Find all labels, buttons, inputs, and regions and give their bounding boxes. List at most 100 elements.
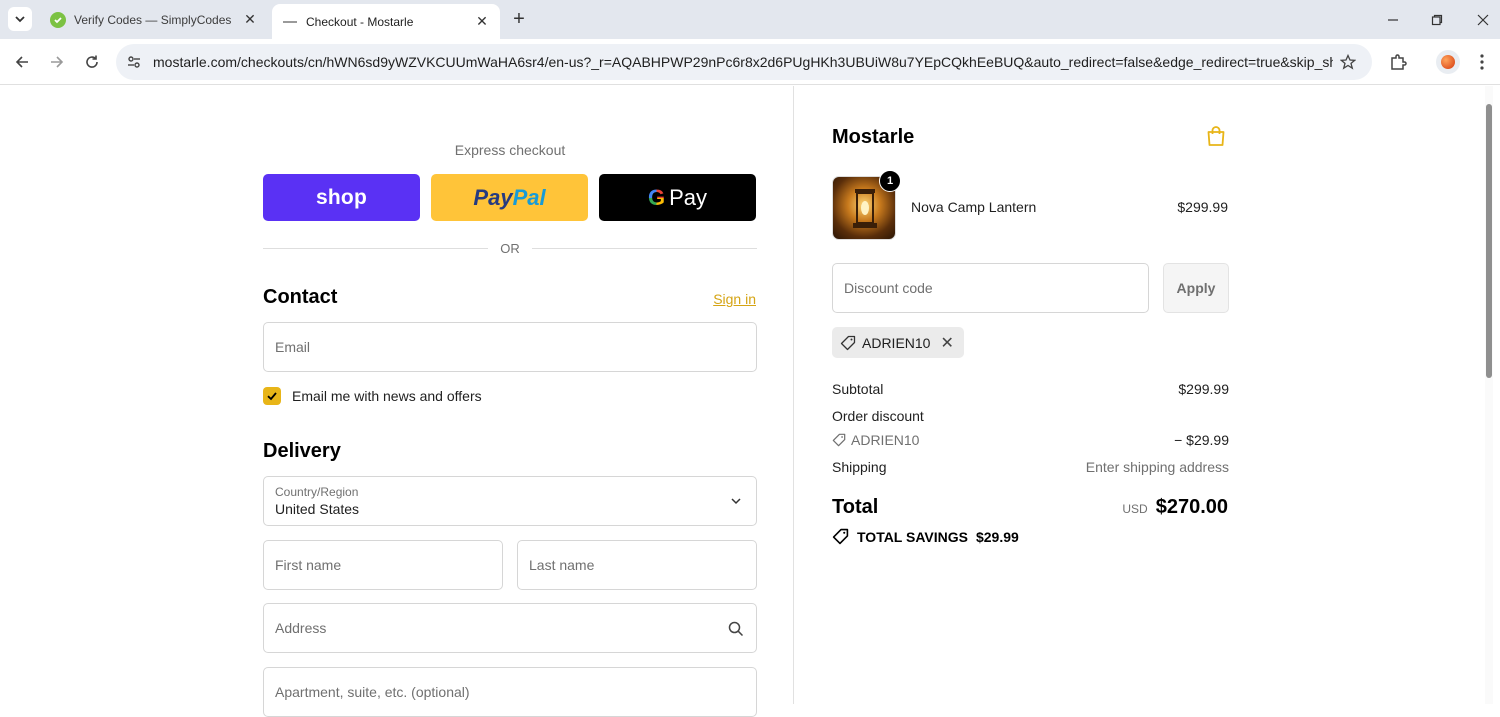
chevron-down-icon [15,16,25,23]
paypal-logo-pay: Pay [473,184,513,210]
avatar-icon [1441,55,1455,69]
subtotal-label: Subtotal [832,381,884,397]
tab-search-button[interactable] [8,7,32,31]
google-pay-button[interactable]: G Pay [599,174,756,221]
tag-icon [832,433,846,447]
shop-pay-button[interactable]: shop [263,174,420,221]
bookmark-star-icon[interactable] [1338,52,1358,72]
minimize-button[interactable] [1370,0,1416,39]
navigation-bar: mostarle.com/checkouts/cn/hWN6sd9yWZVKCU… [0,39,1500,85]
email-field[interactable]: Email [263,322,757,372]
tag-icon [840,335,856,351]
extensions-button[interactable] [1384,48,1412,76]
product-price: $299.99 [1177,199,1228,215]
or-label: OR [500,240,520,256]
shipping-value: Enter shipping address [1085,459,1229,475]
google-g-icon: G [647,184,666,210]
chevron-down-icon [731,498,741,505]
minimize-icon [1388,18,1398,21]
reload-icon [86,55,98,68]
shipping-label: Shipping [832,459,887,475]
subtotal-row: Subtotal $299.99 [832,381,1229,397]
tab-bar: Verify Codes — SimplyCodes ✕ Checkout - … [0,0,1500,39]
google-pay-label: Pay [669,184,708,210]
savings-label: TOTAL SAVINGS [857,528,968,545]
discount-code-label: ADRIEN10 [851,432,920,448]
close-icon [1477,14,1489,25]
puzzle-icon [1391,54,1407,70]
quantity-badge: 1 [879,170,901,192]
shipping-row: Shipping Enter shipping address [832,459,1229,475]
apply-discount-button[interactable]: Apply [1163,263,1229,313]
reload-button[interactable] [78,48,106,76]
currency-code: USD [1122,502,1148,516]
total-amount: USD $270.00 [1122,496,1228,519]
forward-button[interactable] [43,48,71,76]
delivery-heading: Delivery [263,440,341,462]
checkout-page: Express checkout shop Pay Pal G Pay OR Co… [0,86,1500,717]
news-offers-option[interactable]: Email me with news and offers [263,387,482,405]
product-name: Nova Camp Lantern [911,199,1037,215]
last-name-placeholder: Last name [529,557,595,573]
tag-icon [832,528,849,545]
discount-code-row: ADRIEN10 − $29.99 [832,432,1229,450]
order-discount-label: Order discount [832,408,924,424]
first-name-placeholder: First name [275,557,342,573]
close-icon[interactable]: ✕ [474,13,490,30]
news-offers-checkbox[interactable] [263,387,281,405]
url-text: mostarle.com/checkouts/cn/hWN6sd9yWZVKCU… [153,54,1333,70]
discount-amount: − $29.99 [1174,432,1229,448]
apartment-field[interactable]: Apartment, suite, etc. (optional) [263,667,757,717]
store-name: Mostarle [832,126,915,148]
tab-title: Verify Codes — SimplyCodes [74,12,232,27]
paypal-button[interactable]: Pay Pal [431,174,588,221]
paypal-logo-pal: Pal [512,184,546,210]
applied-code-label: ADRIEN10 [862,334,931,351]
shop-pay-label: shop [316,185,367,209]
applied-code-chip: ADRIEN10 ✕ [832,327,964,358]
restore-button[interactable] [1414,0,1460,39]
total-savings: TOTAL SAVINGS $29.99 [832,528,1019,545]
country-label: Country/Region [275,485,359,499]
tab-checkout[interactable]: Checkout - Mostarle ✕ [272,4,500,39]
last-name-field[interactable]: Last name [517,540,757,590]
search-icon [728,621,744,637]
subtotal-value: $299.99 [1178,381,1229,397]
profile-avatar[interactable] [1436,50,1460,74]
express-checkout-label: Express checkout [454,142,566,158]
contact-heading: Contact [263,286,338,308]
country-value: United States [275,501,360,517]
address-placeholder: Address [275,620,327,636]
discount-code-input[interactable]: Discount code [832,263,1149,313]
email-placeholder: Email [275,339,311,355]
shopping-bag-icon[interactable] [1204,124,1228,148]
discount-placeholder: Discount code [844,280,933,296]
new-tab-button[interactable]: + [508,8,530,30]
apartment-placeholder: Apartment, suite, etc. (optional) [275,684,470,700]
tab-simplycodes[interactable]: Verify Codes — SimplyCodes ✕ [40,4,268,35]
window-close-button[interactable] [1460,0,1500,39]
remove-code-icon[interactable]: ✕ [940,333,953,353]
savings-value: $29.99 [975,528,1019,545]
scrollbar[interactable] [1485,86,1493,704]
browser-menu-button[interactable] [1470,50,1494,74]
address-field[interactable]: Address [263,603,757,653]
address-bar[interactable]: mostarle.com/checkouts/cn/hWN6sd9yWZVKCU… [116,44,1372,80]
site-info-icon[interactable] [120,48,148,76]
first-name-field[interactable]: First name [263,540,503,590]
or-divider: OR [263,238,757,258]
mostarle-favicon-icon [282,14,298,30]
tab-title: Checkout - Mostarle [306,14,414,29]
arrow-right-icon [51,56,64,68]
country-select[interactable]: Country/Region United States [263,476,757,526]
sign-in-link[interactable]: Sign in [680,291,756,307]
more-vert-icon [1480,54,1484,70]
arrow-left-icon [15,56,28,68]
scrollbar-thumb[interactable] [1486,104,1492,378]
close-icon[interactable]: ✕ [242,11,258,28]
restore-icon [1431,14,1443,25]
total-value: $270.00 [1155,496,1228,518]
simplycodes-icon [50,11,66,28]
back-button[interactable] [8,48,36,76]
order-discount-row: Order discount [832,408,1229,424]
